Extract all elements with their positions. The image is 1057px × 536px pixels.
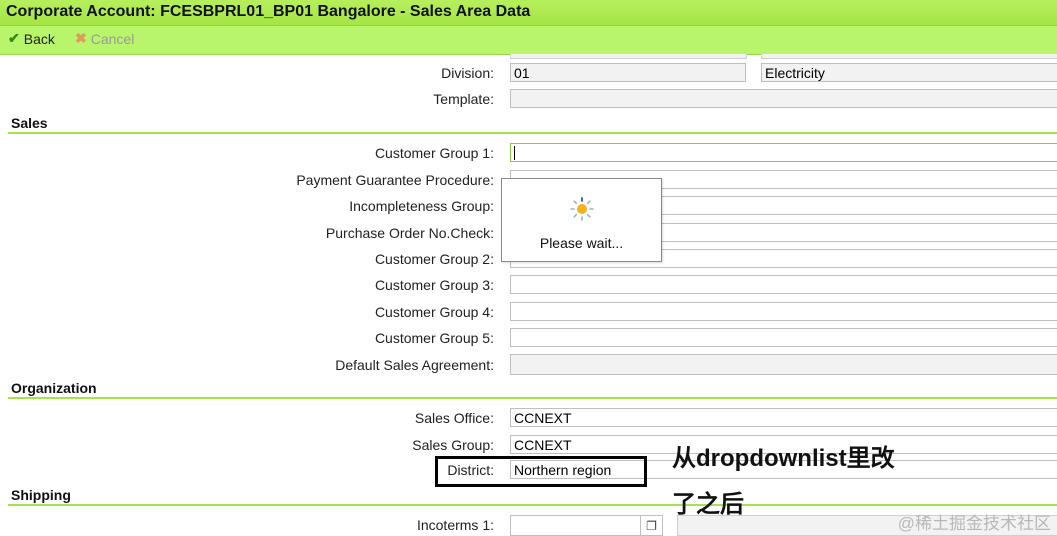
- customer-group-5-input[interactable]: [510, 328, 1057, 347]
- value-help-icon: ❐: [646, 518, 657, 533]
- section-sales: Sales: [0, 115, 1057, 135]
- customer-group-2-label: Customer Group 2:: [374, 251, 494, 267]
- cancel-button[interactable]: ✖ Cancel: [75, 30, 134, 47]
- section-title: Organization: [11, 380, 97, 396]
- customer-group-3-label: Customer Group 3:: [374, 277, 494, 293]
- sales-group-label: Sales Group:: [412, 437, 494, 453]
- section-divider: [8, 397, 1057, 399]
- division-description-field[interactable]: Electricity: [761, 63, 1057, 82]
- field-partial: [510, 54, 747, 59]
- template-field[interactable]: [510, 89, 1057, 108]
- toolbar: ✔ Back ✖ Cancel: [0, 26, 1057, 55]
- cancel-button-label: Cancel: [90, 30, 135, 47]
- customer-group-1-input[interactable]: [510, 143, 1057, 162]
- section-divider: [8, 504, 1057, 506]
- incompleteness-group-label: Incompleteness Group:: [349, 198, 494, 214]
- default-sales-agreement-field[interactable]: [510, 354, 1057, 375]
- window-title: Corporate Account: FCESBPRL01_BP01 Banga…: [6, 3, 531, 20]
- back-button-label: Back: [23, 30, 55, 47]
- x-icon: ✖: [75, 30, 87, 46]
- watermark: @稀土掘金技术社区: [897, 514, 1051, 533]
- check-icon: ✔: [8, 30, 20, 46]
- incoterms-1-label: Incoterms 1:: [416, 517, 494, 533]
- back-button[interactable]: ✔ Back: [8, 30, 55, 47]
- sales-office-label: Sales Office:: [414, 410, 494, 426]
- customer-group-4-label: Customer Group 4:: [374, 304, 494, 320]
- loading-message: Please wait...: [539, 235, 624, 251]
- section-title: Sales: [11, 115, 48, 131]
- annotation-highlight-box: [435, 456, 647, 487]
- customer-group-1-label: Customer Group 1:: [374, 145, 494, 161]
- section-shipping: Shipping: [0, 487, 1057, 507]
- section-divider: [8, 132, 1057, 134]
- payment-guarantee-label: Payment Guarantee Procedure:: [296, 172, 494, 188]
- spinner-icon: [570, 197, 594, 221]
- default-sales-agreement-label: Default Sales Agreement:: [335, 357, 494, 373]
- section-title: Shipping: [11, 487, 71, 503]
- title-bar: Corporate Account: FCESBPRL01_BP01 Banga…: [0, 0, 1057, 26]
- division-code-field[interactable]: 01: [510, 63, 746, 82]
- purchase-order-check-label: Purchase Order No.Check:: [325, 225, 494, 241]
- annotation-text-line1: 从dropdownlist里改: [672, 445, 895, 472]
- customer-group-5-label: Customer Group 5:: [374, 330, 494, 346]
- template-label: Template:: [433, 91, 494, 107]
- division-label: Division:: [441, 65, 494, 81]
- value-help-button[interactable]: ❐: [640, 516, 662, 535]
- annotation-text-line2: 了之后: [672, 491, 744, 518]
- customer-group-4-input[interactable]: [510, 302, 1057, 321]
- section-organization: Organization: [0, 380, 1057, 400]
- field-partial: [761, 54, 1057, 59]
- sales-office-input[interactable]: CCNEXT: [510, 408, 1057, 427]
- customer-group-3-input[interactable]: [510, 275, 1057, 294]
- loading-popup: Please wait...: [501, 178, 662, 262]
